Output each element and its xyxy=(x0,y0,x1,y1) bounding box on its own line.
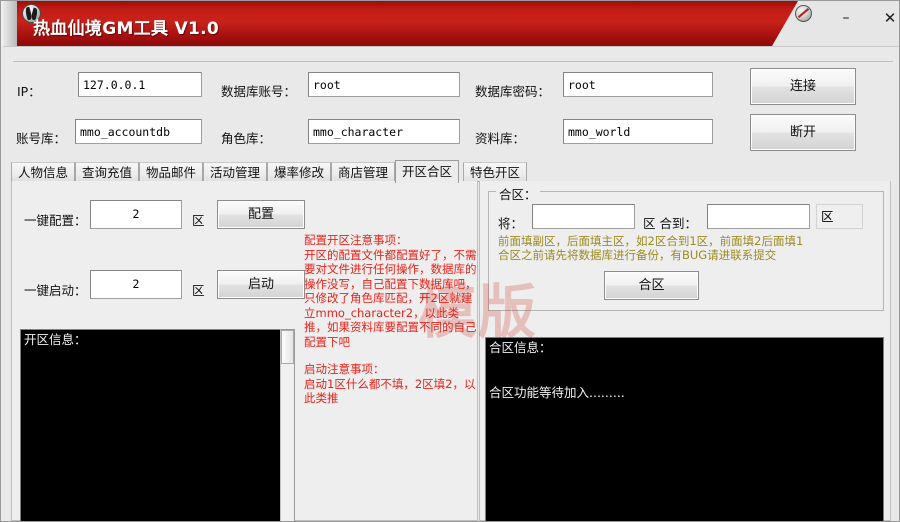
ip-input[interactable]: 127.0.0.1 xyxy=(78,72,202,97)
one-key-config-input[interactable]: 2 xyxy=(90,200,182,229)
db-password-label: 数据库密码： xyxy=(475,81,550,100)
one-key-start-input[interactable]: 2 xyxy=(90,270,182,299)
tab-query-recharge[interactable]: 查询充值 xyxy=(75,162,139,182)
client-area: IP： 127.0.0.1 数据库账号： root 数据库密码： root 连接… xyxy=(3,46,899,521)
character-db-input[interactable]: mmo_character xyxy=(308,119,460,144)
window-title: 热血仙境GM工具 V1.0 xyxy=(33,14,219,39)
merge-from-input[interactable] xyxy=(532,204,635,229)
disconnect-button-label: 断开 xyxy=(751,115,855,150)
merge-to-unit: 区 xyxy=(816,204,863,229)
open-zone-console[interactable]: 开区信息： xyxy=(20,329,295,522)
scrollbar-thumb[interactable] xyxy=(281,330,294,364)
merge-zone-group-title: 合区： xyxy=(496,184,540,203)
app-window: 热血仙境GM工具 V1.0 – ✕ IP： 127.0.0.1 数据库账号： r… xyxy=(0,0,900,522)
tab-shop-manage[interactable]: 商店管理 xyxy=(331,162,395,182)
merge-button[interactable]: 合区 xyxy=(604,271,699,300)
config-notes-text: 配置开区注意事项： 开区的配置文件都配置好了，不需要对文件进行任何操作，数据库的… xyxy=(304,233,480,349)
config-button[interactable]: 配置 xyxy=(217,200,305,229)
open-zone-console-scrollbar[interactable] xyxy=(280,329,295,522)
merge-mid-label: 区 合到： xyxy=(643,213,697,232)
connect-button[interactable]: 连接 xyxy=(750,68,856,105)
one-key-start-unit: 区 xyxy=(192,280,205,299)
tab-drop-rate-edit[interactable]: 爆率修改 xyxy=(267,162,331,182)
account-db-label: 账号库： xyxy=(16,128,66,147)
tab-character-info[interactable]: 人物信息 xyxy=(11,162,75,182)
world-db-label: 资料库： xyxy=(475,128,525,147)
close-button[interactable]: ✕ xyxy=(877,6,900,30)
merge-zone-console[interactable]: 合区信息： 合区功能等待加入......... xyxy=(485,337,884,522)
config-button-label: 配置 xyxy=(218,201,304,228)
tab-strip: 人物信息 查询充值 物品邮件 活动管理 爆率修改 商店管理 开区合区 特色开区 xyxy=(11,160,891,182)
merge-from-label: 将： xyxy=(498,213,523,232)
tab-open-merge-zone[interactable]: 开区合区 xyxy=(395,160,459,183)
tab-activity-manage[interactable]: 活动管理 xyxy=(203,162,267,182)
start-button[interactable]: 启动 xyxy=(217,270,305,299)
ip-label: IP： xyxy=(17,81,41,100)
one-key-config-label: 一键配置： xyxy=(24,210,87,229)
one-key-config-unit: 区 xyxy=(192,210,205,229)
merge-to-input[interactable] xyxy=(707,204,810,229)
start-button-label: 启动 xyxy=(218,271,304,298)
character-db-label: 角色库： xyxy=(221,128,271,147)
open-zone-panel: 一键配置： 2 区 配置 一键启动： 2 区 启动 配置开区注意事项： 开区的配… xyxy=(11,181,478,521)
tab-feature-zone[interactable]: 特色开区 xyxy=(463,162,527,182)
merge-notes-text: 前面填副区，后面填主区，如2区合到1区，前面填2后面填1 合区之前请先将数据库进… xyxy=(498,234,803,262)
title-bar-left-edge xyxy=(1,1,17,46)
disconnect-button[interactable]: 断开 xyxy=(750,114,856,151)
top-divider xyxy=(13,61,893,62)
merge-button-label: 合区 xyxy=(605,272,698,299)
tab-item-mail[interactable]: 物品邮件 xyxy=(139,162,203,182)
db-password-input[interactable]: root xyxy=(563,72,713,97)
db-account-input[interactable]: root xyxy=(308,72,460,97)
start-notes-text: 启动注意事项： 启动1区什么都不填，2区填2，以此类推 xyxy=(304,362,480,406)
world-db-input[interactable]: mmo_world xyxy=(563,119,713,144)
no-entry-icon xyxy=(795,5,812,22)
connect-button-label: 连接 xyxy=(751,69,855,104)
one-key-start-label: 一键启动： xyxy=(24,280,87,299)
db-account-label: 数据库账号： xyxy=(221,81,296,100)
merge-zone-panel: 合区： 将： 区 合到： 区 前面填副区，后面填主区，如2区合到1区，前面填2后… xyxy=(479,181,891,521)
account-db-input[interactable]: mmo_accountdb xyxy=(75,119,202,144)
title-bar: 热血仙境GM工具 V1.0 – ✕ xyxy=(1,1,900,46)
minimize-button[interactable]: – xyxy=(833,6,859,30)
